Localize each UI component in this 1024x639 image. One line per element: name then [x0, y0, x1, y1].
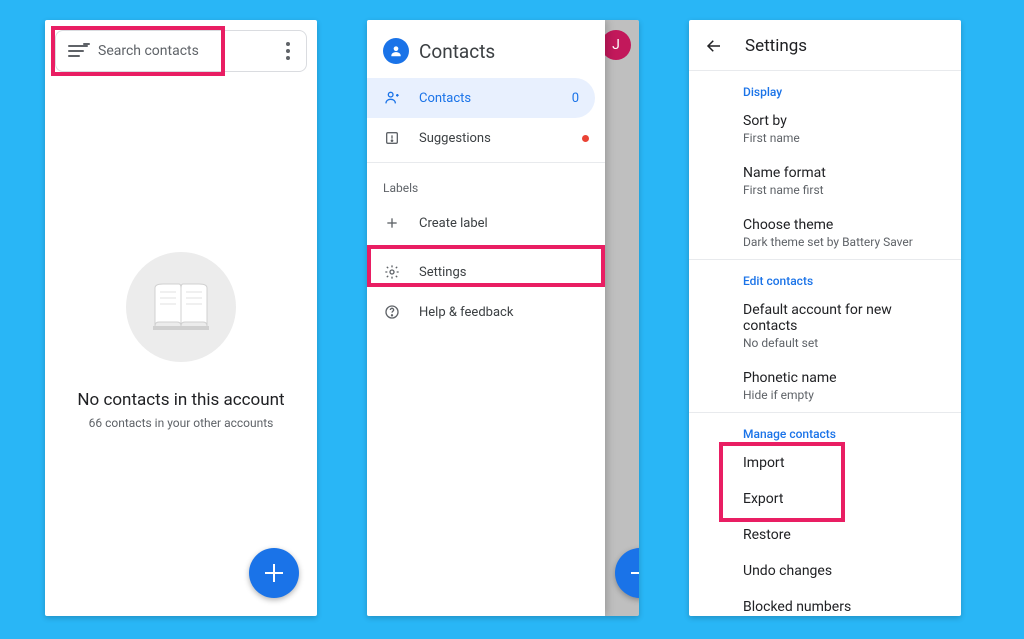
- drawer-title: Contacts: [419, 40, 495, 63]
- setting-import[interactable]: Import: [689, 445, 961, 481]
- nav-label: Create label: [419, 216, 488, 231]
- setting-title: Import: [743, 455, 945, 471]
- settings-header: Settings: [689, 20, 961, 70]
- setting-title: Export: [743, 491, 945, 507]
- avatar[interactable]: J: [601, 30, 631, 60]
- gear-icon: [383, 263, 401, 281]
- labels-header: Labels: [367, 167, 605, 203]
- setting-title: Phonetic name: [743, 370, 945, 386]
- setting-value: No default set: [743, 336, 945, 350]
- back-arrow-icon[interactable]: [705, 37, 723, 55]
- help-icon: [383, 303, 401, 321]
- setting-title: Sort by: [743, 113, 945, 129]
- setting-value: Hide if empty: [743, 388, 945, 402]
- nav-item-help[interactable]: Help & feedback: [367, 292, 605, 332]
- settings-title: Settings: [745, 36, 807, 56]
- drawer-header: Contacts: [367, 20, 605, 78]
- divider: [367, 247, 605, 248]
- more-icon[interactable]: [276, 42, 300, 60]
- nav-drawer: Contacts Contacts 0 Suggestions Labels C…: [367, 20, 605, 616]
- empty-state: No contacts in this account 66 contacts …: [45, 252, 317, 430]
- setting-default-account[interactable]: Default account for new contacts No defa…: [689, 292, 961, 360]
- contacts-count: 0: [572, 91, 579, 106]
- empty-subtitle: 66 contacts in your other accounts: [89, 416, 274, 430]
- search-bar[interactable]: Search contacts: [55, 30, 307, 72]
- contacts-logo-icon: [383, 38, 409, 64]
- screen-nav-drawer: J Contacts Contacts 0 Suggestions Labels: [367, 20, 639, 616]
- setting-undo[interactable]: Undo changes: [689, 553, 961, 589]
- setting-title: Choose theme: [743, 217, 945, 233]
- screen-settings: Settings Display Sort by First name Name…: [689, 20, 961, 616]
- notification-dot-icon: [582, 135, 589, 142]
- setting-sort-by[interactable]: Sort by First name: [689, 103, 961, 155]
- setting-title: Undo changes: [743, 563, 945, 579]
- setting-value: First name: [743, 131, 945, 145]
- nav-item-settings[interactable]: Settings: [367, 252, 605, 292]
- setting-theme[interactable]: Choose theme Dark theme set by Battery S…: [689, 207, 961, 259]
- hamburger-icon[interactable]: [68, 45, 88, 57]
- nav-item-suggestions[interactable]: Suggestions: [367, 118, 605, 158]
- nav-label: Contacts: [419, 91, 471, 106]
- section-display: Display: [689, 71, 961, 103]
- book-icon: [126, 252, 236, 362]
- setting-title: Name format: [743, 165, 945, 181]
- search-placeholder: Search contacts: [98, 43, 276, 59]
- nav-label: Settings: [419, 265, 466, 280]
- setting-phonetic[interactable]: Phonetic name Hide if empty: [689, 360, 961, 412]
- add-contact-fab[interactable]: [249, 548, 299, 598]
- setting-title: Restore: [743, 527, 945, 543]
- nav-item-contacts[interactable]: Contacts 0: [367, 78, 595, 118]
- suggestions-icon: [383, 129, 401, 147]
- setting-title: Default account for new contacts: [743, 302, 945, 334]
- empty-title: No contacts in this account: [77, 390, 284, 410]
- setting-restore[interactable]: Restore: [689, 517, 961, 553]
- setting-export[interactable]: Export: [689, 481, 961, 517]
- setting-name-format[interactable]: Name format First name first: [689, 155, 961, 207]
- nav-item-create-label[interactable]: Create label: [367, 203, 605, 243]
- setting-value: Dark theme set by Battery Saver: [743, 235, 945, 249]
- setting-value: First name first: [743, 183, 945, 197]
- section-manage: Manage contacts: [689, 413, 961, 445]
- nav-label: Suggestions: [419, 131, 491, 146]
- section-edit: Edit contacts: [689, 260, 961, 292]
- plus-icon: [383, 214, 401, 232]
- nav-label: Help & feedback: [419, 305, 513, 320]
- setting-blocked[interactable]: Blocked numbers: [689, 589, 961, 616]
- screen-contacts-empty: Search contacts No contacts in this acco…: [45, 20, 317, 616]
- person-icon: [383, 89, 401, 107]
- divider: [367, 162, 605, 163]
- setting-title: Blocked numbers: [743, 599, 945, 615]
